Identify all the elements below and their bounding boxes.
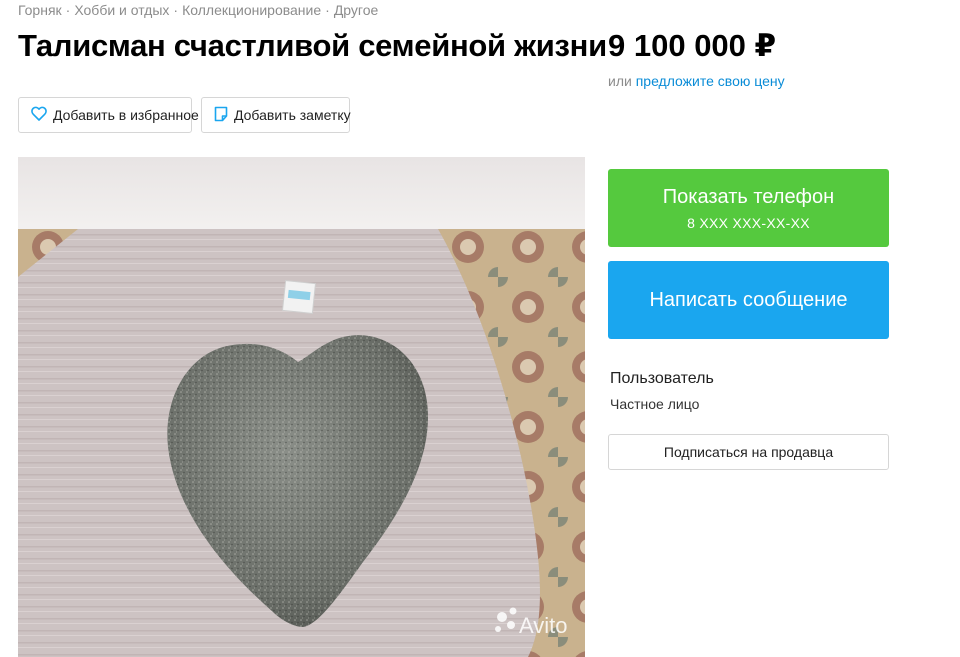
note-icon — [214, 106, 228, 125]
masked-phone-number: 8 XXX XXX-XX-XX — [687, 215, 810, 231]
breadcrumb-item-other[interactable]: Другое — [334, 2, 378, 18]
seller-name[interactable]: Пользователь — [610, 370, 714, 388]
add-note-label: Добавить заметку — [234, 107, 351, 123]
breadcrumb-item-city[interactable]: Горняк — [18, 2, 62, 18]
breadcrumb: Горняк · Хобби и отдых · Коллекционирование ·… — [18, 2, 378, 18]
breadcrumb-separator: · — [173, 2, 179, 18]
breadcrumb-item-collecting[interactable]: Коллекционирование — [182, 2, 321, 18]
breadcrumb-separator: · — [325, 2, 330, 18]
write-message-button[interactable]: Написать сообщение — [608, 261, 889, 339]
add-note-button[interactable]: Добавить заметку — [201, 97, 351, 133]
price-offer: или предложите свою цену — [608, 73, 785, 89]
add-to-favorites-button[interactable]: Добавить в избранное — [18, 97, 199, 133]
add-to-favorites-label: Добавить в избранное — [53, 107, 199, 123]
show-phone-button[interactable]: Показать телефон 8 XXX XXX-XX-XX — [608, 169, 889, 247]
breadcrumb-item-hobby[interactable]: Хобби и отдых — [74, 2, 169, 18]
subscribe-to-seller-button[interactable]: Подписаться на продавца — [608, 434, 889, 470]
avito-watermark: Avito — [519, 613, 568, 638]
heart-icon — [31, 106, 47, 124]
listing-photo[interactable]: Avito — [18, 157, 585, 657]
listing-title: Талисман счастливой семейной жизни — [18, 28, 607, 63]
breadcrumb-separator: · — [65, 2, 71, 18]
seller-type: Частное лицо — [610, 396, 700, 412]
show-phone-label: Показать телефон — [662, 186, 835, 208]
heart-stone-image — [18, 157, 585, 657]
offer-price-link[interactable]: предложите свою цену — [636, 73, 785, 89]
listing-price: 9 100 000 ₽ — [608, 28, 777, 63]
offer-prefix: или — [608, 73, 632, 89]
